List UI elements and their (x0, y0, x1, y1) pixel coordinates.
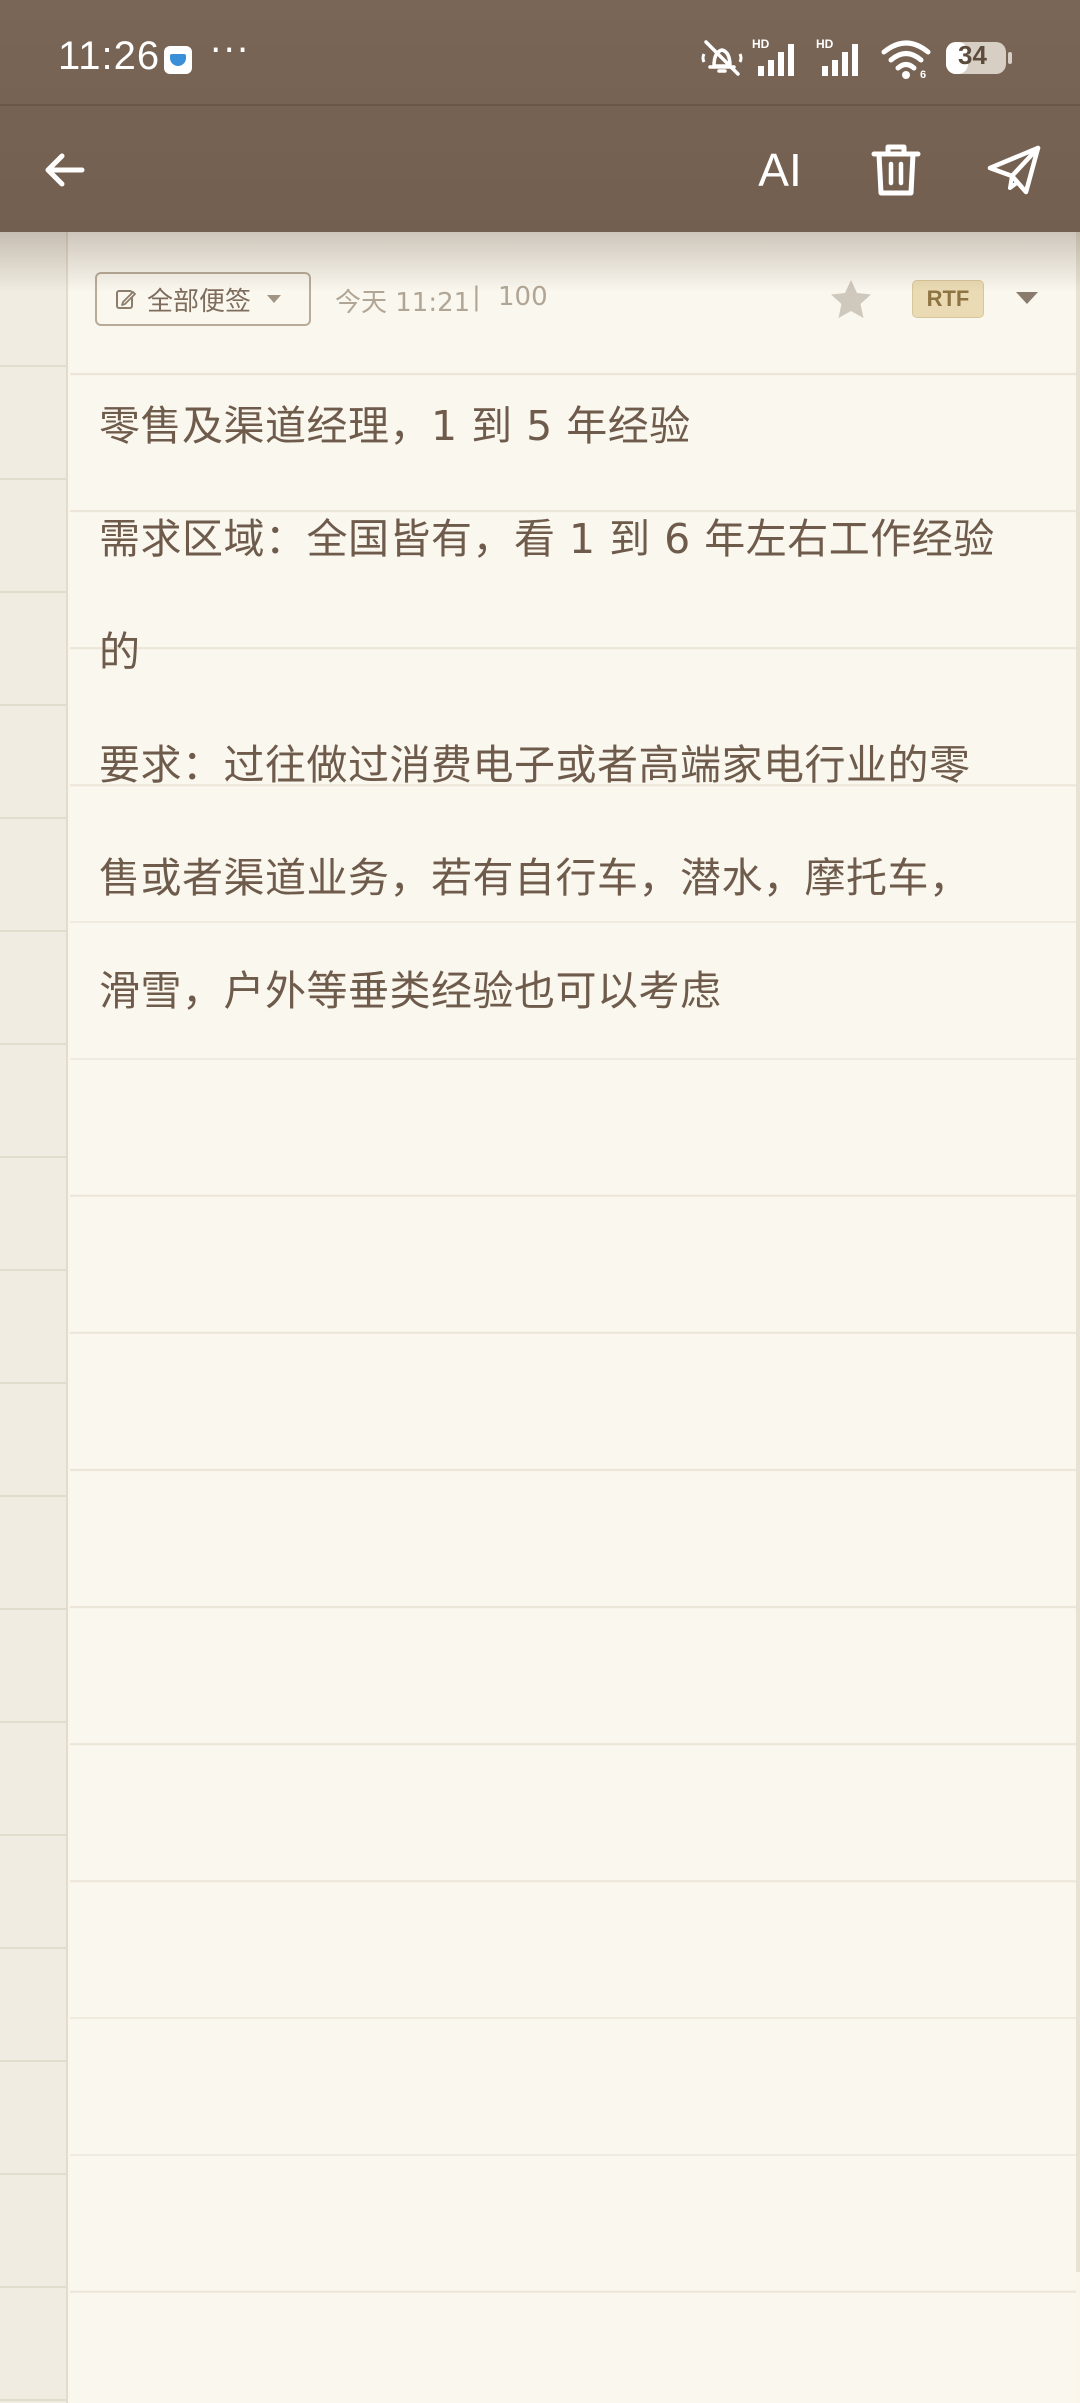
arrow-left-icon (45, 153, 85, 187)
signal-hd-icon: HD (752, 37, 794, 76)
format-badge-label: RTF (926, 286, 970, 311)
meta-separator: | (472, 282, 481, 312)
status-time: 11:26 (58, 34, 161, 78)
edit-note-icon (116, 290, 136, 309)
svg-text:HD: HD (816, 37, 834, 51)
chevron-down-icon (267, 295, 282, 303)
back-button[interactable] (28, 134, 100, 206)
wifi-icon: 6 (881, 40, 931, 80)
svg-text:6: 6 (920, 69, 926, 80)
note-content[interactable]: 零售及渠道经理，1 到 5 年经验 需求区域：全国皆有，看 1 到 6 年左右工… (99, 370, 1059, 1048)
folder-label: 全部便签 (147, 286, 252, 317)
note-date: 今天 11:21 (335, 288, 471, 318)
folder-selector[interactable]: 全部便签 (95, 272, 311, 326)
more-notifications-icon: ··· (210, 30, 251, 71)
more-options-chevron-icon[interactable] (1016, 292, 1038, 304)
signal-hd-icon-2: HD (816, 37, 858, 76)
note-line: 售或者渠道业务，若有自行车，潜水，摩托车， (99, 854, 971, 902)
notification-app-icon (164, 46, 192, 74)
send-icon (987, 145, 1041, 195)
paper-right-edge (1076, 232, 1080, 2272)
battery-level: 34 (958, 40, 987, 70)
delete-button[interactable] (860, 134, 932, 206)
share-button[interactable] (978, 134, 1050, 206)
word-count: 100 (498, 282, 548, 312)
top-chrome: 11:26 ··· HD HD 6 34 AI (0, 0, 1080, 232)
note-line: 的 (99, 628, 141, 676)
note-line: 零售及渠道经理，1 到 5 年经验 (99, 402, 691, 450)
star-icon[interactable] (827, 276, 875, 324)
note-line: 要求：过往做过消费电子或者高端家电行业的零 (99, 741, 971, 789)
ai-label: AI (758, 144, 802, 196)
margin-rules (0, 232, 68, 2403)
mute-icon (701, 40, 743, 76)
ai-button[interactable]: AI (744, 134, 816, 206)
note-toolbar: AI (0, 106, 1080, 232)
note-line: 需求区域：全国皆有，看 1 到 6 年左右工作经验 (99, 515, 995, 563)
trash-icon (871, 144, 921, 196)
note-line: 滑雪，户外等垂类经验也可以考虑 (99, 967, 722, 1015)
status-bar: 11:26 ··· HD HD 6 34 (0, 0, 1080, 104)
note-meta-row: 全部便签 今天 11:21 | 100 RTF (70, 256, 1076, 340)
format-badge[interactable]: RTF (912, 280, 984, 318)
svg-text:HD: HD (752, 37, 770, 51)
